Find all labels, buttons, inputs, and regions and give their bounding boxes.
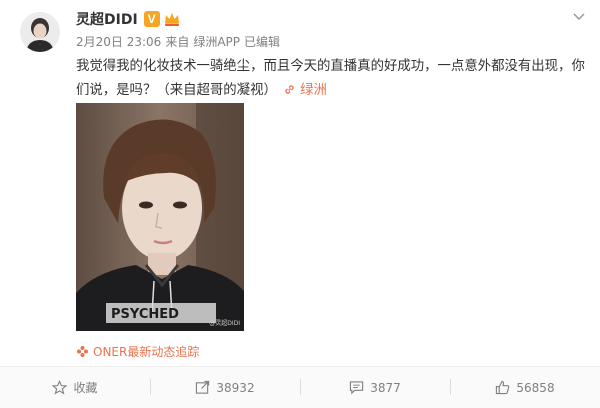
repost-count: 38932 xyxy=(216,380,255,395)
repost-icon xyxy=(196,380,210,394)
post-photo[interactable]: PSYCHED @灵超DIDI xyxy=(76,103,244,331)
portrait-image: PSYCHED xyxy=(76,103,244,331)
topic-flower-icon xyxy=(77,346,88,357)
comment-icon xyxy=(350,381,364,395)
comment-button[interactable]: 3877 xyxy=(300,367,450,408)
author-row: 灵超DIDI V xyxy=(76,8,181,30)
like-count: 56858 xyxy=(516,380,555,395)
topic-source-label: ONER最新动态追踪 xyxy=(93,345,200,359)
link-icon xyxy=(285,85,294,94)
via-label: 来自 xyxy=(165,35,190,49)
vip-badge[interactable]: V xyxy=(143,11,160,27)
chevron-down-icon[interactable] xyxy=(572,8,586,22)
favorite-button[interactable]: 收藏 xyxy=(0,367,150,408)
favorite-label: 收藏 xyxy=(73,381,98,395)
edited-label[interactable]: 已编辑 xyxy=(244,35,280,49)
post-timestamp[interactable]: 2月20日 23:06 xyxy=(76,35,161,49)
svg-text:PSYCHED: PSYCHED xyxy=(111,307,179,322)
repost-button[interactable]: 38932 xyxy=(150,367,300,408)
photo-watermark: @灵超DIDI xyxy=(209,320,240,327)
topic-source-link[interactable]: ONER最新动态追踪 xyxy=(76,343,199,360)
avatar[interactable] xyxy=(20,12,60,52)
avatar-image xyxy=(20,12,60,52)
action-bar: 收藏 38932 3877 56858 xyxy=(0,367,600,408)
oasis-link[interactable]: 绿洲 xyxy=(283,83,327,98)
comment-count: 3877 xyxy=(370,380,401,395)
star-icon xyxy=(52,380,68,395)
like-button[interactable]: 56858 xyxy=(450,367,600,408)
post-content: 我觉得我的化妆技术一骑绝尘，而且今天的直播真的好成功，一点意外都没有出现，你们说… xyxy=(76,55,588,103)
member-crown-icon[interactable] xyxy=(163,11,181,27)
oasis-link-label: 绿洲 xyxy=(300,83,327,98)
author-name[interactable]: 灵超DIDI xyxy=(76,9,138,29)
post-meta: 2月20日 23:06 来自 绿洲APP 已编辑 xyxy=(76,33,284,50)
post-text: 我觉得我的化妆技术一骑绝尘，而且今天的直播真的好成功，一点意外都没有出现，你们说… xyxy=(76,59,585,98)
thumbs-up-icon xyxy=(496,380,510,395)
source-app-link[interactable]: 绿洲APP xyxy=(193,35,240,49)
